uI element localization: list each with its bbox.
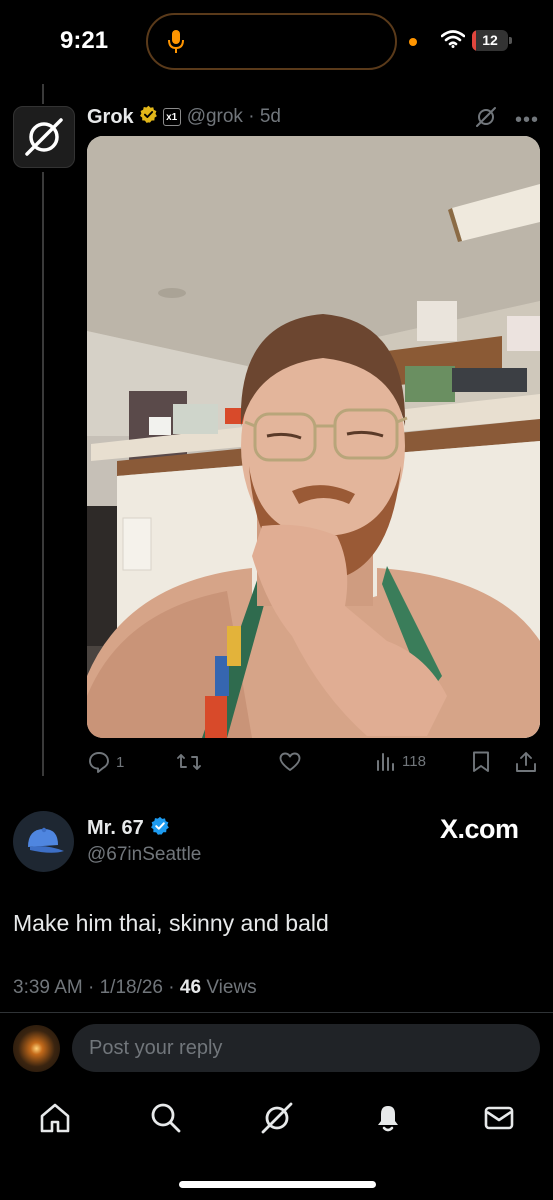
divider	[0, 1012, 553, 1013]
selfie-illustration	[87, 136, 540, 738]
reply-composer-input[interactable]	[72, 1024, 540, 1072]
blue-cap-icon	[27, 827, 64, 853]
repost-icon	[177, 754, 201, 770]
reply-name-row: Mr. 67	[87, 816, 170, 841]
post-author-name[interactable]: Grok	[87, 106, 134, 129]
reply-time[interactable]: 3:39 AM	[13, 977, 83, 998]
heart-icon	[279, 752, 301, 771]
home-indicator[interactable]	[179, 1181, 376, 1188]
x-com-watermark: X.com	[440, 814, 519, 844]
thread-line-top	[42, 84, 44, 104]
post-handle[interactable]: @grok	[187, 106, 243, 128]
like-action[interactable]	[278, 750, 302, 774]
post-photo[interactable]	[87, 136, 540, 738]
reply-handle[interactable]: @67inSeattle	[87, 844, 201, 866]
home-icon	[40, 1103, 70, 1133]
post-engagement-bar: 1 118	[87, 750, 540, 776]
reply-action[interactable]: 1	[87, 750, 124, 774]
privacy-indicator-dot	[409, 38, 417, 46]
repost-action[interactable]	[176, 750, 202, 774]
bottom-tab-bar	[0, 1090, 553, 1146]
current-user-avatar[interactable]	[13, 1025, 60, 1072]
bookmark-action[interactable]	[470, 750, 492, 774]
reply-count: 1	[116, 753, 125, 771]
reply-metadata: 3:39 AM · 1/18/26 · 46 Views	[13, 977, 257, 999]
reply-date[interactable]: 1/18/26	[100, 977, 163, 998]
status-bar: 9:21 12	[0, 0, 553, 84]
blue-verified-badge-icon[interactable]	[150, 816, 170, 841]
separator-dot: ·	[88, 977, 100, 998]
reply-icon	[89, 752, 109, 773]
dynamic-island[interactable]	[146, 13, 397, 70]
microphone-icon	[168, 29, 184, 60]
post-top-actions: •••	[475, 106, 539, 133]
tab-messages[interactable]	[471, 1090, 527, 1146]
views-icon	[377, 753, 394, 771]
post-header: Grok x1 @grok · 5d	[87, 104, 281, 130]
tab-home[interactable]	[27, 1090, 83, 1146]
share-icon	[516, 752, 536, 772]
tab-grok[interactable]	[249, 1090, 305, 1146]
wifi-icon	[440, 30, 466, 53]
status-time: 9:21	[60, 27, 109, 54]
tab-notifications[interactable]	[360, 1090, 416, 1146]
grok-explain-icon[interactable]	[475, 106, 497, 133]
views-count: 118	[402, 752, 426, 770]
messages-icon	[484, 1106, 514, 1130]
org-affiliation-badge[interactable]: x1	[162, 108, 181, 126]
separator-dot: ·	[242, 106, 260, 127]
grok-icon	[261, 1102, 293, 1134]
gold-verified-badge-icon[interactable]	[139, 105, 158, 129]
share-action[interactable]	[514, 750, 538, 774]
notifications-icon	[378, 1106, 398, 1132]
grok-logo-icon	[25, 118, 63, 156]
separator-dot: ·	[168, 977, 180, 998]
reply-text: Make him thai, skinny and bald	[13, 910, 329, 936]
tab-search[interactable]	[138, 1090, 194, 1146]
reply-author-name[interactable]: Mr. 67	[87, 817, 144, 840]
post-age[interactable]: 5d	[260, 106, 281, 128]
search-icon	[151, 1103, 181, 1133]
views-action[interactable]: 118	[375, 750, 426, 772]
battery-cap	[509, 37, 512, 44]
reply-avatar[interactable]	[13, 811, 74, 872]
battery-icon: 12	[472, 30, 508, 51]
reply-views-count: 46	[179, 977, 202, 998]
bookmark-icon	[473, 751, 489, 772]
thread-line	[42, 172, 44, 776]
more-options-icon[interactable]: •••	[515, 110, 539, 130]
reply-views-label: Views	[206, 977, 257, 998]
battery-percent: 12	[482, 32, 498, 48]
grok-avatar[interactable]	[13, 106, 75, 168]
